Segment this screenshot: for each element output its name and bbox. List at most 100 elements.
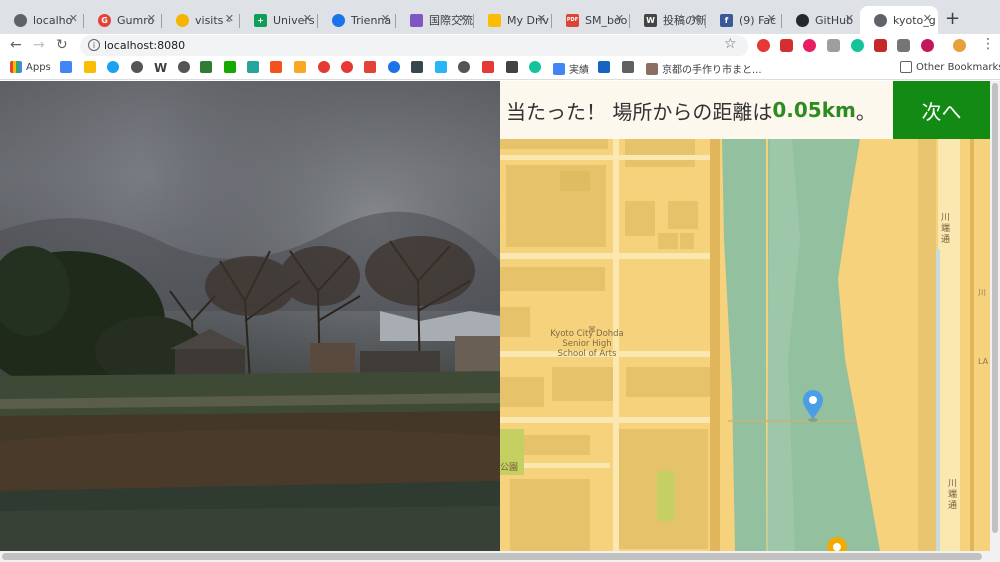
tab-10[interactable]: f (9) Fac ✕ — [706, 6, 782, 34]
tab-6[interactable]: 国際交流 ✕ — [396, 6, 474, 34]
tab-7[interactable]: My Driv ✕ — [474, 6, 552, 34]
globe-blue-icon — [332, 13, 345, 27]
tab-12-active[interactable]: kyoto_g ✕ — [860, 6, 938, 34]
map-view[interactable]: ⌘ Kyoto City Dohda Senior High School of… — [500, 139, 990, 551]
green-bookmark-icon[interactable] — [200, 61, 216, 73]
upwork-bookmark-icon[interactable] — [224, 61, 240, 73]
bookmark-label: Other Bookmarks — [916, 61, 1000, 73]
close-icon[interactable]: ✕ — [923, 12, 932, 25]
info-icon[interactable]: i — [88, 39, 100, 51]
facebook-icon: f — [720, 13, 733, 27]
close-icon[interactable]: ✕ — [767, 12, 776, 25]
globe-bookmark-icon[interactable] — [178, 61, 194, 73]
url-text[interactable]: localhost:8080 — [104, 39, 185, 52]
close-icon[interactable]: ✕ — [537, 12, 546, 25]
w-bookmark-icon[interactable]: W — [154, 61, 167, 75]
grammarly-extension-icon[interactable] — [851, 39, 864, 52]
seven-bookmark-icon[interactable] — [435, 61, 451, 73]
w-icon: W — [644, 13, 657, 27]
bookmark-label: Apps — [26, 61, 51, 73]
gumroad-bookmark-icon[interactable] — [364, 61, 380, 73]
globe-icon — [14, 13, 27, 27]
tab-5[interactable]: Trienna ✕ — [318, 6, 396, 34]
tab-1[interactable]: localho ✕ — [0, 6, 84, 34]
close-icon[interactable]: ✕ — [381, 12, 390, 25]
browser-toolbar: ← → ↻ i localhost:8080 ☆ ⋮ — [0, 34, 1000, 57]
tab-2[interactable]: G Gumro ✕ — [84, 6, 162, 34]
ublock-extension-icon[interactable] — [874, 39, 887, 52]
tab-4[interactable]: + Univers ✕ — [240, 6, 318, 34]
globe-bookmark-icon[interactable] — [458, 61, 474, 73]
street-view-photo[interactable] — [0, 81, 500, 551]
kufs-bookmark-icon-2[interactable] — [341, 61, 357, 73]
striped-bookmark-icon[interactable] — [294, 61, 310, 73]
github-icon — [796, 13, 809, 27]
dark-bookmark-icon[interactable] — [411, 61, 427, 73]
close-icon[interactable]: ✕ — [459, 12, 468, 25]
kebab-menu-icon[interactable]: ⋮ — [981, 36, 995, 52]
globe-blue-bookmark-icon[interactable] — [388, 61, 404, 73]
close-icon[interactable]: ✕ — [303, 12, 312, 25]
drive-icon — [488, 13, 501, 27]
drive-bookmark-icon[interactable] — [84, 61, 100, 73]
f-extension-icon[interactable] — [897, 39, 910, 52]
globe-bookmark-icon[interactable] — [131, 61, 147, 73]
teal-w-bookmark-icon[interactable] — [247, 61, 263, 73]
close-icon[interactable]: ✕ — [845, 12, 854, 25]
scrollbar-thumb[interactable] — [2, 553, 982, 560]
tab-11[interactable]: GitHub ✕ — [782, 6, 860, 34]
school-label-line: Kyoto City Dohda — [550, 329, 624, 339]
gray-bookmark-icon[interactable] — [622, 61, 638, 73]
school-label-line: Senior High — [562, 339, 612, 349]
new-tab-button[interactable]: + — [945, 8, 960, 29]
camera-extension-icon[interactable] — [827, 39, 840, 52]
folder-icon — [900, 61, 912, 73]
bookmarks-bar: Apps W 実績 京都の手作り市まと... Other Bookmarks — [0, 56, 1000, 80]
tab-3[interactable]: visits - ✕ — [162, 6, 240, 34]
globe-icon — [874, 13, 887, 27]
map-edge-label: 川 — [978, 288, 986, 297]
pdf-icon: PDF — [566, 13, 579, 27]
visits-icon — [176, 13, 189, 27]
bookmark-jisseki[interactable]: 実績 — [553, 61, 589, 76]
map-pin-bookmark-icon[interactable] — [482, 61, 498, 73]
adblock-extension-icon[interactable] — [780, 39, 793, 52]
address-bar[interactable]: i localhost:8080 — [80, 35, 748, 57]
orange-bookmark-icon[interactable] — [270, 61, 286, 73]
scrollbar-thumb[interactable] — [992, 83, 998, 533]
close-icon[interactable]: ✕ — [615, 12, 624, 25]
tab-9[interactable]: W 投稿の新 ✕ — [630, 6, 706, 34]
kufs-bookmark-icon[interactable] — [318, 61, 334, 73]
bookmark-kyoto-link[interactable]: 京都の手作り市まと... — [646, 61, 762, 76]
distance-value: 0.05km — [772, 98, 856, 122]
purple-icon — [410, 13, 423, 27]
vivaldi-extension-icon[interactable] — [757, 39, 770, 52]
twitter-bookmark-icon[interactable] — [107, 61, 123, 73]
avatar[interactable] — [953, 39, 966, 52]
pink-extension-icon[interactable] — [803, 39, 816, 52]
reload-icon[interactable]: ↻ — [56, 37, 68, 53]
tab-8[interactable]: PDF SM_boo ✕ — [552, 6, 630, 34]
c-bookmark-icon[interactable] — [529, 61, 545, 73]
bookmark-other[interactable]: Other Bookmarks — [900, 61, 1000, 73]
translate-bookmark-icon[interactable] — [60, 61, 76, 73]
red-extension-icon[interactable] — [921, 39, 934, 52]
bookmark-apps[interactable]: Apps — [10, 61, 51, 73]
school-label: Kyoto City Dohda Senior High School of A… — [532, 329, 642, 359]
result-message: 当たった！ 場所からの距離は 0.05km 。 — [500, 81, 893, 139]
bookmark-label: 京都の手作り市まと... — [662, 65, 762, 76]
close-icon[interactable]: ✕ — [225, 12, 234, 25]
close-icon[interactable]: ✕ — [691, 12, 700, 25]
arrow-bookmark-icon[interactable] — [598, 61, 614, 73]
map-edge-label: LA — [978, 357, 989, 366]
back-arrow-icon[interactable]: ← — [10, 37, 22, 53]
close-icon[interactable]: ✕ — [69, 12, 78, 25]
forward-arrow-icon[interactable]: → — [33, 37, 45, 53]
next-button[interactable]: 次へ — [893, 81, 990, 139]
bookmark-star-icon[interactable]: ☆ — [724, 36, 737, 52]
vertical-scrollbar[interactable] — [990, 81, 1000, 551]
w-small-bookmark-icon[interactable] — [506, 61, 522, 73]
horizontal-scrollbar[interactable] — [0, 551, 1000, 562]
close-icon[interactable]: ✕ — [147, 12, 156, 25]
park-label: 公園 — [500, 463, 519, 473]
